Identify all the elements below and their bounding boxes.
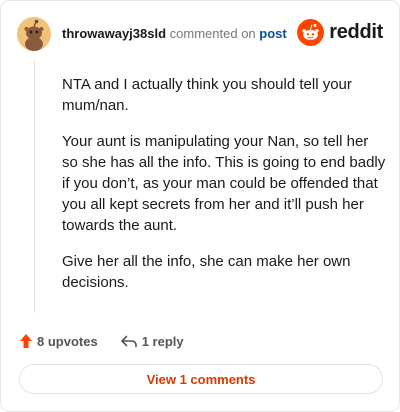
username-link[interactable]: throwawayj38sld [62, 26, 166, 41]
reply-arrow-icon [120, 335, 137, 348]
reddit-wordmark: reddit [329, 20, 383, 43]
comment-header: throwawayj38sld commented on post reddit [17, 17, 383, 51]
comment-meta: throwawayj38sld commented on post [62, 26, 287, 41]
post-link[interactable]: post [259, 26, 286, 41]
user-avatar[interactable] [17, 17, 51, 51]
upvote-arrow-icon [20, 334, 32, 348]
view-comments-label: View 1 comments [146, 371, 256, 387]
reply-button[interactable]: 1 reply [120, 334, 184, 349]
comment-paragraph: Give her all the info, she can make her … [62, 253, 351, 291]
upvote-button[interactable]: 8 upvotes [19, 333, 98, 349]
commented-on-text: commented on [169, 26, 256, 41]
reply-count: 1 reply [141, 333, 184, 349]
upvote-count: 8 upvotes [37, 333, 98, 349]
reddit-brand[interactable]: reddit [297, 18, 383, 46]
comment-actions: 8 upvotes 1 reply [19, 331, 184, 351]
comment-paragraph: Your aunt is manipulating your Nan, so t… [62, 133, 386, 234]
reddit-logo-icon [297, 18, 325, 46]
comment-body: NTA and I actually think you should tell… [62, 74, 386, 308]
view-comments-button[interactable]: View 1 comments [19, 364, 383, 394]
thread-line [34, 61, 35, 313]
comment-card: throwawayj38sld commented on post reddit… [0, 0, 400, 412]
snoo-avatar-icon [17, 17, 51, 51]
comment-paragraph: NTA and I actually think you should tell… [62, 76, 352, 114]
